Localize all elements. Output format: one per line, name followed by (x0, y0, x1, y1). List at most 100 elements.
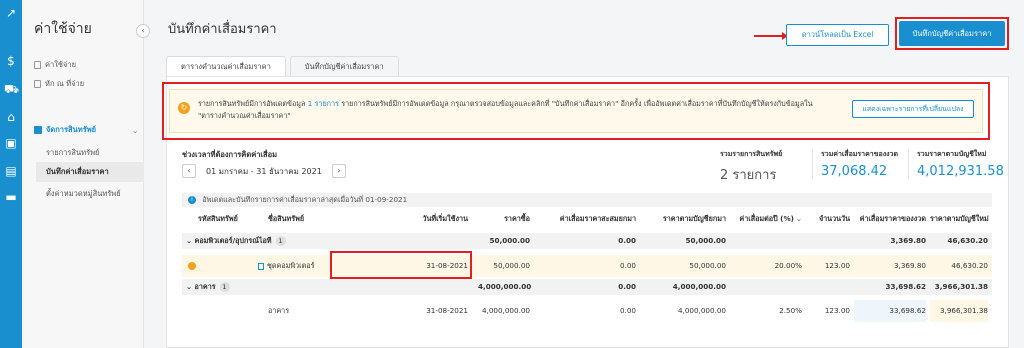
table-group-row[interactable]: ⌄ คอมพิวเตอร์/อุปกรณ์ไอที 1 50,000.00 0.0… (182, 233, 992, 249)
table-cell: 0.00 (618, 236, 636, 245)
asset-name[interactable]: อาคาร (268, 300, 289, 322)
table-row[interactable]: อาคาร 31-08-2021 4,000,000.00 0.00 4,000… (182, 300, 992, 322)
group-label: ⌄ คอมพิวเตอร์/อุปกรณ์ไอที 1 (186, 233, 286, 249)
changed-items-link[interactable]: 1 รายการ (308, 99, 339, 108)
sidebar-item-depreciation[interactable]: บันทึกค่าเสื่อมราคา (36, 162, 144, 182)
asset-name: ชุดคอมพิวเตอร์ (267, 261, 315, 270)
period-label: ช่วงเวลาที่ต้องการคิดค่าเสื่อม (182, 150, 278, 159)
tab-calculation[interactable]: ตารางคำนวณค่าเสื่อมราคา (166, 56, 286, 76)
sidebar-item-asset-categories[interactable]: ตั้งค่าหมวดหมู่สินทรัพย์ (46, 188, 121, 200)
column-header: จำนวนวัน (818, 214, 850, 223)
info-text: อัพเดตและบันทึกรายการค่าเสื่อมราคาล่าสุด… (202, 195, 408, 204)
summary-new-book-value: รวมราคาตามบัญชีใหม่ 4,012,931.58 (908, 149, 1004, 179)
table-cell: 33,698.62 (854, 300, 926, 322)
tab-journal[interactable]: บันทึกบัญชีค่าเสื่อมราคา (289, 56, 399, 76)
chevron-down-icon: ⌄ (186, 282, 193, 291)
period-navigator: ‹ 01 มกราคม - 31 ธันวาคม 2021 › (182, 164, 346, 178)
refresh-warning-icon: ↻ (178, 102, 190, 114)
table-cell: 123.00 (824, 306, 850, 315)
annotation-highlight: บันทึกบัญชีค่าเสื่อมราคา (895, 17, 1009, 50)
asset-name-cell[interactable]: ชุดคอมพิวเตอร์ (258, 255, 314, 277)
sidebar-section-assets[interactable]: จัดการสินทรัพย์ ⌄ (34, 124, 138, 136)
app-rail: ↗ $ ⛟ ⌂ ▣ ▤ ▬ (0, 0, 22, 348)
table-cell: 20.00% (774, 261, 802, 270)
table-cell: 3,369.80 (890, 236, 926, 245)
sidebar-item-withholding[interactable]: หัก ณ ที่จ่าย (34, 78, 84, 90)
table-cell: 3,966,301.38 (934, 282, 988, 291)
notice-text: รายการสินทรัพย์มีการอัพเดตข้อมูล 1 รายกา… (198, 98, 838, 122)
column-header-rate[interactable]: ค่าเสื่อมต่อปี (%) ⌄ (732, 211, 802, 227)
dollar-icon[interactable]: $ (4, 54, 18, 68)
download-excel-button[interactable]: ดาวน์โหลดเป็น Excel (786, 24, 889, 46)
bank-icon[interactable]: ⌂ (4, 110, 18, 124)
column-header: ราคาตามบัญชีใหม่ (930, 214, 989, 223)
save-depreciation-button[interactable]: บันทึกบัญชีค่าเสื่อมราคา (899, 21, 1005, 46)
sidebar-section-label: จัดการสินทรัพย์ (46, 125, 97, 134)
column-header: ราคาซื้อ (504, 214, 530, 223)
summary-value: 37,068.42 (821, 164, 888, 179)
group-name: อาคาร (194, 282, 216, 291)
column-header-label: ค่าเสื่อมต่อปี (%) (739, 214, 794, 223)
document-icon (34, 80, 41, 88)
summary-asset-count: รวมรายการสินทรัพย์ 2 รายการ (720, 149, 782, 185)
table-cell: 0.00 (619, 306, 636, 315)
page-title: บันทึกค่าเสื่อมราคา (168, 22, 277, 37)
table-cell: 46,630.20 (951, 261, 988, 270)
group-label: ⌄ อาคาร 1 (186, 279, 230, 295)
cart-icon[interactable]: ⛟ (4, 82, 19, 96)
sidebar-title: ค่าใช้จ่าย (34, 21, 92, 37)
table-cell: 2.50% (779, 306, 802, 315)
period-value: 01 มกราคม - 31 ธันวาคม 2021 (206, 166, 322, 176)
chart-icon[interactable]: ↗ (4, 6, 18, 20)
group-count-badge: 1 (219, 282, 230, 292)
sidebar-item-label: รายการสินทรัพย์ (46, 148, 100, 157)
refresh-warning-icon (188, 262, 196, 270)
summary-period-depreciation: รวมค่าเสื่อมราคาของงวด 37,068.42 (812, 149, 898, 179)
group-name: คอมพิวเตอร์/อุปกรณ์ไอที (194, 236, 272, 245)
cards-icon[interactable]: ▤ (4, 164, 18, 178)
summary-label: รวมรายการสินทรัพย์ (720, 150, 783, 158)
table-cell: 50,000.00 (489, 236, 530, 245)
summary-label: รวมค่าเสื่อมราคาของงวด (821, 150, 899, 158)
table-row[interactable]: ชุดคอมพิวเตอร์ 31-08-2021 50,000.00 0.00… (182, 255, 992, 277)
briefcase-icon[interactable]: ▬ (4, 190, 18, 204)
column-header: ค่าเสื่อมราคาสะสมยกมา (559, 214, 636, 223)
document-icon (258, 262, 264, 270)
prev-period-button[interactable]: ‹ (182, 164, 196, 178)
summary-value: 4,012,931.58 (917, 164, 1004, 179)
column-header: วันที่เริ่มใช้งาน (422, 214, 468, 223)
changed-marker (188, 255, 199, 277)
next-period-button[interactable]: › (331, 164, 346, 178)
notice-text-part: รายการสินทรัพย์มีการอัพเดตข้อมูล (198, 99, 306, 108)
table-cell: 33,698.62 (885, 282, 926, 291)
box-icon[interactable]: ▣ (4, 136, 18, 150)
main-content: บันทึกค่าเสื่อมราคา ดาวน์โหลดเป็น Excel … (150, 0, 1024, 348)
summary-label: รวมราคาตามบัญชีใหม่ (917, 150, 987, 158)
table-header: รหัสสินทรัพย์ ชื่อสินทรัพย์ วันที่เริ่มใ… (182, 211, 992, 227)
table-cell: 123.00 (824, 261, 850, 270)
info-bar: i อัพเดตและบันทึกรายการค่าเสื่อมราคาล่าส… (182, 193, 992, 207)
sidebar-item-expenses[interactable]: ค่าใช้จ่าย (34, 59, 76, 71)
table-cell: 3,966,301.38 (930, 300, 988, 322)
summary-value: 2 รายการ (720, 168, 777, 183)
chevron-down-icon: ⌄ (132, 125, 139, 135)
table-cell: 4,000,000.00 (672, 282, 726, 291)
table-group-row[interactable]: ⌄ อาคาร 1 4,000,000.00 0.00 4,000,000.00 … (182, 279, 992, 295)
collapse-sidebar-button[interactable]: ‹ (136, 24, 150, 38)
chevron-down-icon: ⌄ (795, 214, 802, 223)
table-cell: 50,000.00 (689, 261, 726, 270)
column-header: ชื่อสินทรัพย์ (268, 214, 305, 223)
annotation-arrow (754, 32, 788, 40)
table-cell: 50,000.00 (493, 261, 530, 270)
table-cell: 46,630.20 (947, 236, 988, 245)
sidebar-item-label: หัก ณ ที่จ่าย (45, 79, 85, 88)
table-cell: 31-08-2021 (426, 306, 468, 315)
show-changed-button[interactable]: แสดงเฉพาะรายการที่เปลี่ยนแปลง (852, 100, 974, 118)
group-count-badge: 1 (275, 236, 286, 246)
table-cell: 4,000,000.00 (481, 306, 530, 315)
sidebar-item-asset-list[interactable]: รายการสินทรัพย์ (46, 147, 99, 159)
tab-bar: ตารางคำนวณค่าเสื่อมราคา บันทึกบัญชีค่าเส… (166, 56, 399, 76)
column-header: ค่าเสื่อมราคาของงวด (859, 214, 926, 223)
chevron-down-icon: ⌄ (186, 236, 193, 245)
table-cell: 0.00 (618, 282, 636, 291)
